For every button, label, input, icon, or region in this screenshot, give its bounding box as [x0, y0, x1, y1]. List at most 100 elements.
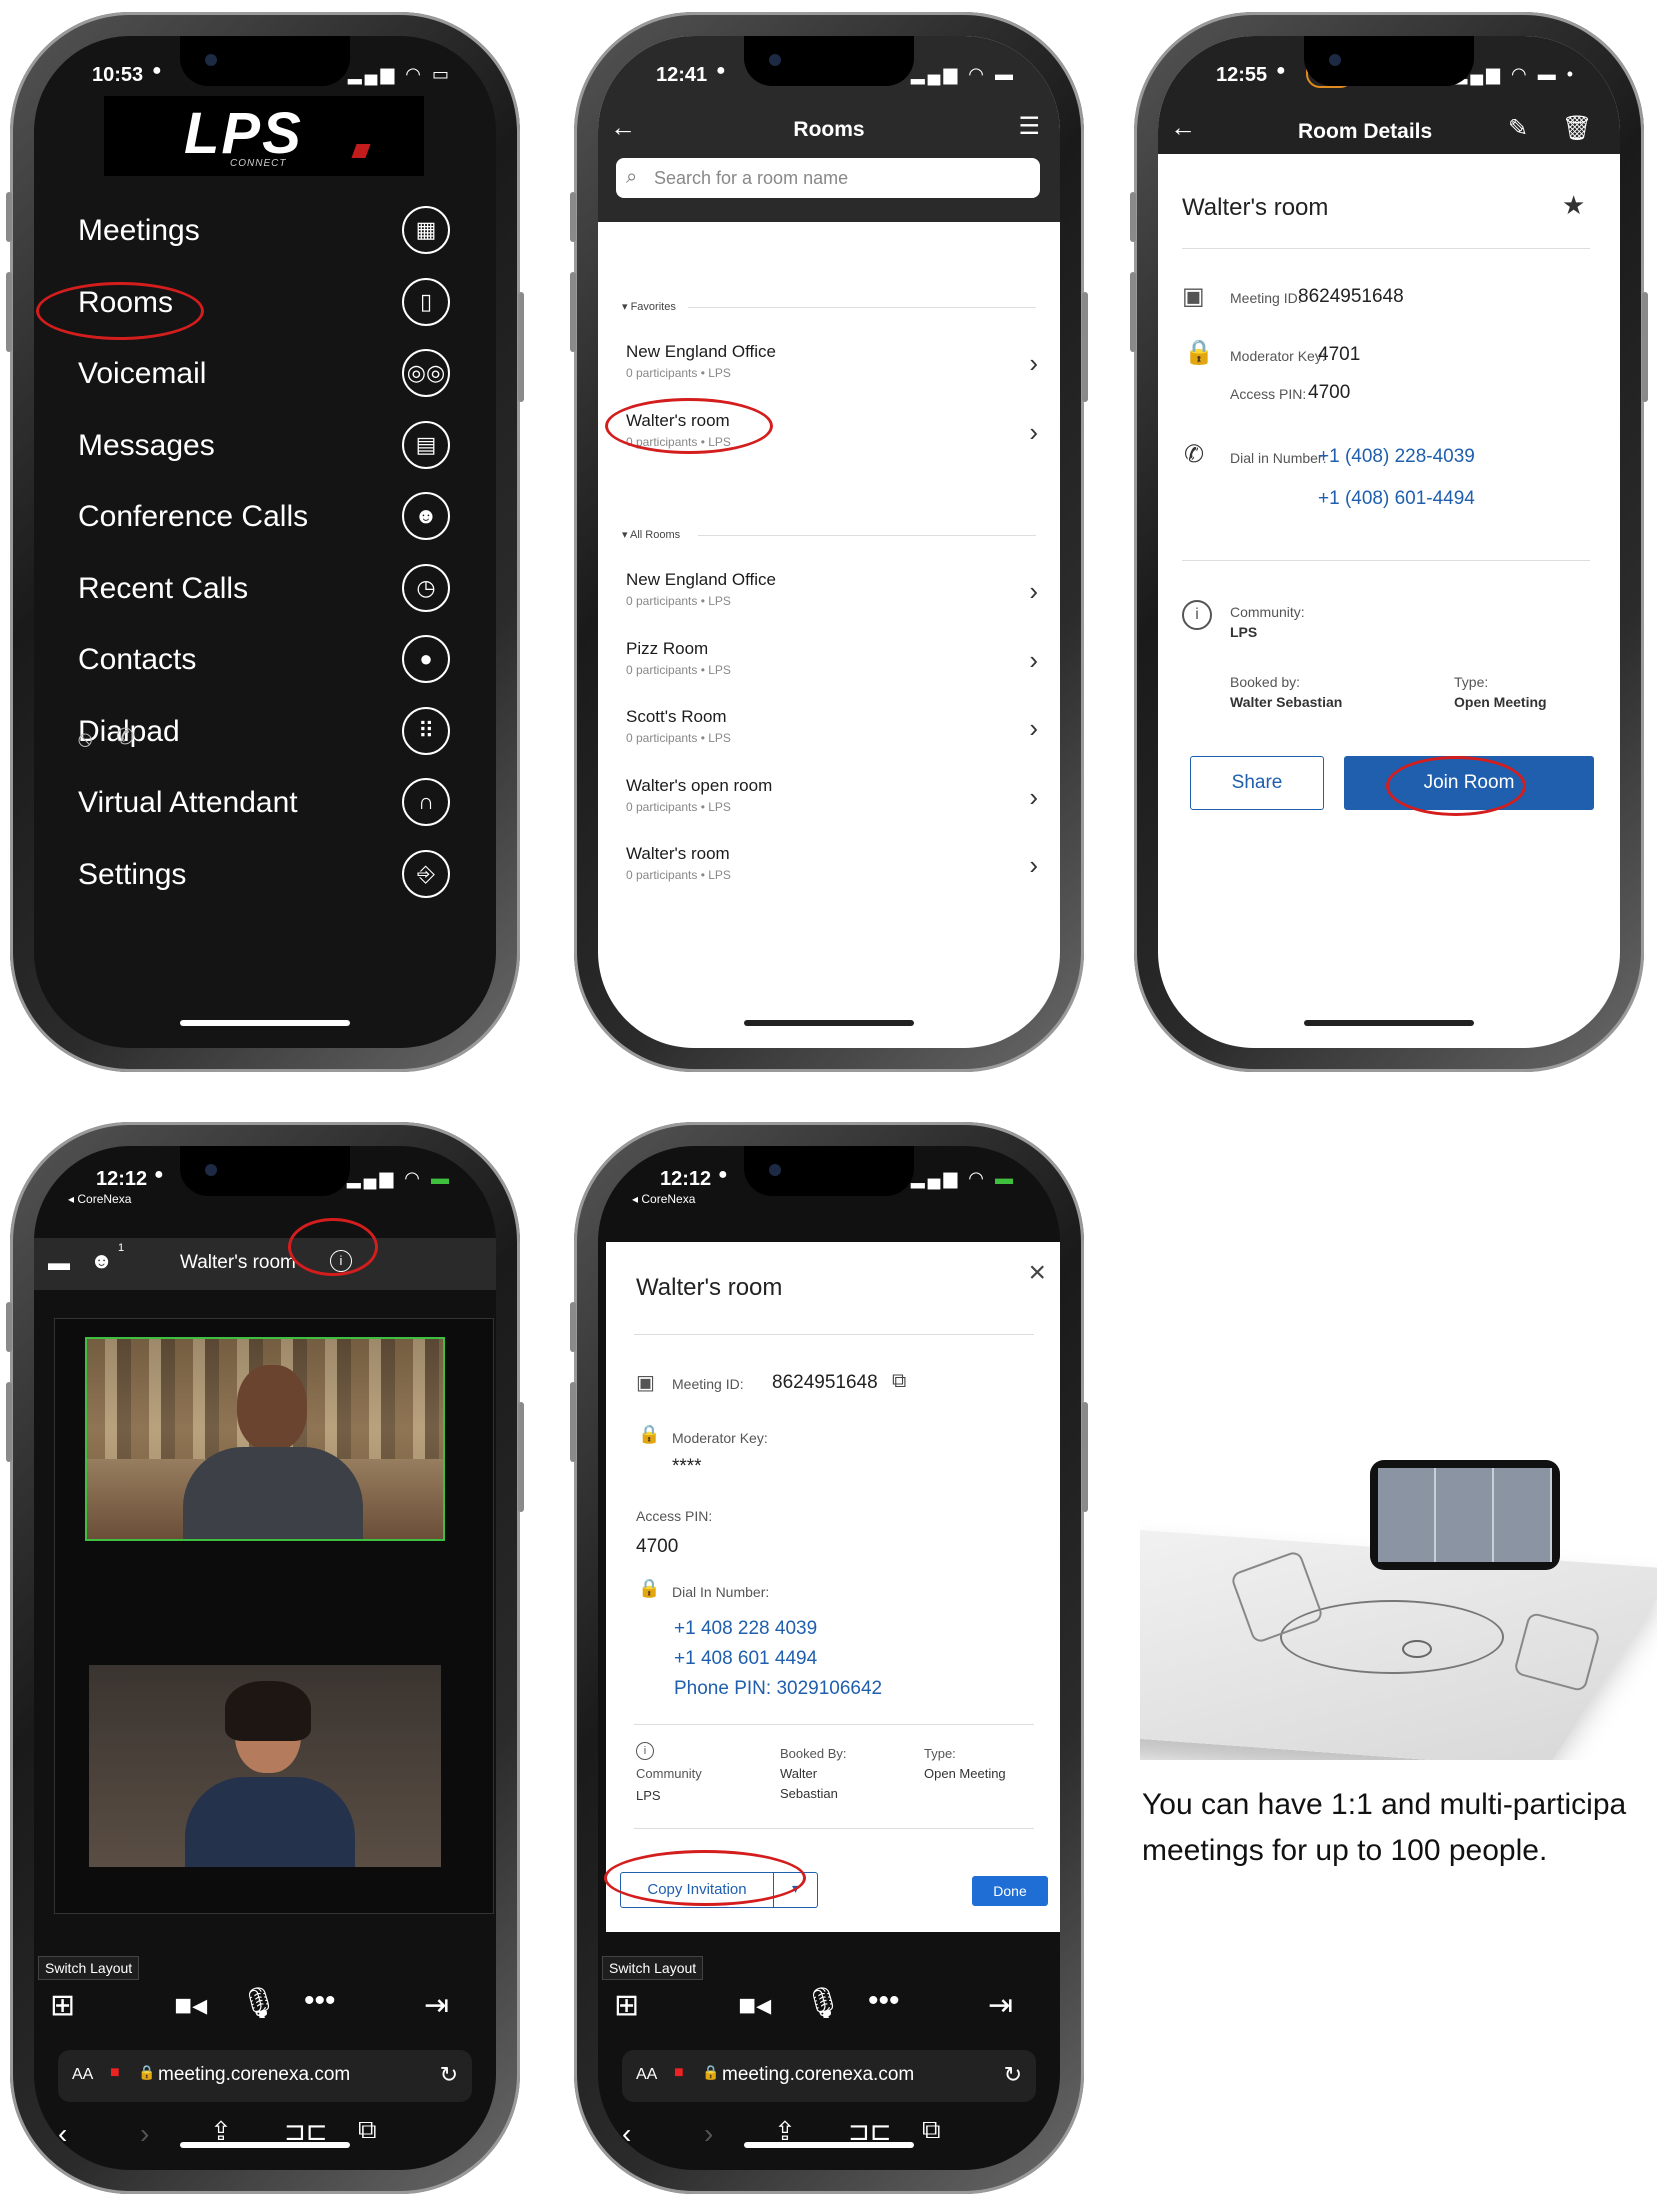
delete-icon[interactable]: 🗑: [1562, 114, 1592, 143]
signal-wifi-battery-icon: ▂▄▆ ◠ ▭: [347, 64, 452, 84]
text-size-button[interactable]: AA: [636, 2066, 657, 2084]
dial-in-number-1[interactable]: +1 (408) 228-4039: [1318, 446, 1475, 468]
room-row[interactable]: Walter's room 0 participants • LPS ›: [622, 840, 1042, 900]
back-arrow-icon[interactable]: ←: [1170, 112, 1196, 143]
lock-icon: 🔒: [1184, 339, 1214, 366]
reload-icon[interactable]: ↻: [1004, 2062, 1022, 2088]
reload-icon[interactable]: ↻: [440, 2062, 458, 2088]
copy-invitation-button[interactable]: Copy Invitation: [620, 1872, 774, 1908]
page: { "phone1": { "status_time": "10:53", "l…: [0, 0, 1657, 2194]
camera-icon[interactable]: ■◂: [174, 1988, 207, 2023]
phone-icon: ✆: [1184, 441, 1205, 468]
menu-item-messages[interactable]: Messages ▤: [78, 417, 458, 477]
menu-item-virtual-attendant[interactable]: Virtual Attendant ∩: [78, 774, 458, 834]
menu-item-conference-calls[interactable]: Conference Calls ☻: [78, 488, 458, 548]
home-indicator: [180, 2142, 350, 2148]
door-icon: ▯: [402, 277, 450, 326]
more-icon[interactable]: •••: [868, 1984, 900, 2018]
leave-meeting-icon[interactable]: ⇥: [988, 1988, 1013, 2023]
menu-item-meetings[interactable]: Meetings ▦: [78, 202, 458, 262]
access-pin-label: Access PIN:: [636, 1508, 713, 1524]
room-row[interactable]: New England Office 0 participants • LPS ›: [622, 338, 1042, 398]
tabs-icon[interactable]: ⧉: [358, 2114, 377, 2146]
dial-in-number-1[interactable]: +1 408 228 4039: [674, 1618, 817, 1640]
camera-icon[interactable]: ■◂: [738, 1988, 771, 2023]
filter-icon[interactable]: ☰: [1018, 112, 1040, 141]
chat-icon[interactable]: ▬: [48, 1250, 70, 1276]
type-value: Open Meeting: [924, 1766, 1006, 1781]
microphone-icon[interactable]: 🎙: [804, 1986, 842, 2021]
menu-item-recent-calls[interactable]: Recent Calls ◷: [78, 560, 458, 620]
share-button[interactable]: Share: [1190, 756, 1324, 810]
menu-item-label: Voicemail: [78, 357, 207, 390]
text-size-button[interactable]: AA: [72, 2066, 93, 2084]
participant-video-1[interactable]: [85, 1337, 445, 1541]
room-name: New England Office: [626, 342, 776, 361]
community-label: Community:: [1230, 604, 1305, 620]
search-input[interactable]: Search for a room name: [654, 168, 848, 189]
copy-invitation-label: Copy Invitation: [647, 1881, 747, 1898]
tabs-icon[interactable]: ⧉: [922, 2114, 941, 2146]
room-row[interactable]: Pizz Room 0 participants • LPS ›: [622, 635, 1042, 695]
favorite-star-icon[interactable]: ★: [1562, 190, 1585, 221]
conference-table-illustration: [1140, 1440, 1657, 1760]
meeting-id: 8624951648: [772, 1372, 878, 1393]
browser-back-icon[interactable]: ‹: [58, 2118, 67, 2150]
switch-layout-tooltip: Switch Layout: [602, 1956, 704, 1980]
room-meta: 0 participants • LPS: [626, 731, 731, 745]
status-time: 12:41: [656, 64, 708, 86]
microphone-icon[interactable]: 🎙: [240, 1986, 278, 2021]
browser-forward-icon[interactable]: ›: [704, 2118, 713, 2150]
search-icon: ⌕: [626, 166, 638, 188]
chevron-right-icon: ›: [1029, 416, 1038, 447]
dnd-icon[interactable]: ⦸: [78, 726, 92, 752]
dial-in-number-2[interactable]: +1 408 601 4494: [674, 1648, 817, 1670]
room-info-icon[interactable]: i: [330, 1250, 352, 1272]
browser-back-icon[interactable]: ‹: [622, 2118, 631, 2150]
community-value: LPS: [636, 1788, 661, 1803]
close-icon[interactable]: ×: [1028, 1256, 1046, 1290]
participant-video-2[interactable]: [89, 1665, 441, 1867]
room-row[interactable]: New England Office 0 participants • LPS ›: [622, 566, 1042, 626]
grid-layout-icon[interactable]: ⊞: [614, 1988, 639, 2023]
edit-icon[interactable]: ✎: [1508, 114, 1528, 143]
menu-item-settings[interactable]: Settings ⎆: [78, 846, 458, 906]
dial-in-number-2[interactable]: +1 (408) 601-4494: [1318, 488, 1475, 510]
participants-icon[interactable]: ☻: [90, 1248, 113, 1274]
browser-forward-icon[interactable]: ›: [140, 2118, 149, 2150]
menu-item-label: Rooms: [78, 285, 174, 319]
menu-item-rooms[interactable]: Rooms ▯: [78, 274, 458, 334]
room-row[interactable]: Walter's open room 0 participants • LPS ›: [622, 772, 1042, 832]
phone-pin[interactable]: Phone PIN: 3029106642: [674, 1678, 882, 1700]
room-row[interactable]: Scott's Room 0 participants • LPS ›: [622, 703, 1042, 763]
menu-item-dialpad[interactable]: Dialpad ⠿: [78, 703, 458, 763]
url-bar[interactable]: AA ■ 🔒 meeting.corenexa.com ↻: [58, 2050, 472, 2102]
moderator-key: ****: [672, 1456, 702, 1477]
phone-meeting: 12:12 ● ◂ CoreNexa ▂▄▆ ◠ ▬ ▬ ☻ 1 Walter'…: [6, 1122, 524, 2194]
copy-icon[interactable]: ⧉: [892, 1370, 906, 1393]
meeting-toolbar: ▬ ☻ 1 Walter's room i: [34, 1238, 496, 1290]
back-app-link[interactable]: ◂ CoreNexa: [632, 1192, 695, 1206]
back-app-link[interactable]: ◂ CoreNexa: [68, 1192, 131, 1206]
leave-meeting-icon[interactable]: ⇥: [424, 1988, 449, 2023]
search-bar[interactable]: ⌕ Search for a room name: [616, 158, 1040, 198]
phone-menu: 10:53 ● ▂▄▆ ◠ ▭ LPS CONNECT Meetings ▦ Roo…: [6, 12, 524, 1072]
menu-item-voicemail[interactable]: Voicemail ◎◎: [78, 345, 458, 405]
call-forward-icon[interactable]: ✆: [116, 724, 134, 750]
chevron-right-icon: ›: [1029, 781, 1038, 812]
menu-item-contacts[interactable]: Contacts ●: [78, 631, 458, 691]
moderator-key-label: Moderator Key:: [672, 1430, 768, 1446]
join-room-button[interactable]: Join Room: [1344, 756, 1594, 810]
meeting-id: 8624951648: [1298, 286, 1404, 307]
grid-layout-icon[interactable]: ⊞: [50, 1988, 75, 2023]
favorites-header[interactable]: ▾ Favorites: [622, 300, 676, 313]
more-icon[interactable]: •••: [304, 1984, 336, 2018]
share-label: Share: [1231, 772, 1283, 793]
url-bar[interactable]: AA ■ 🔒 meeting.corenexa.com ↻: [622, 2050, 1036, 2102]
all-rooms-header[interactable]: ▾ All Rooms: [622, 528, 680, 541]
menu-item-label: Conference Calls: [78, 500, 309, 533]
page-title: Room Details: [1298, 120, 1433, 143]
done-button[interactable]: Done: [972, 1876, 1048, 1906]
room-row[interactable]: Walter's room 0 participants • LPS ›: [622, 407, 1042, 467]
copy-options-dropdown[interactable]: ▾: [774, 1872, 818, 1908]
